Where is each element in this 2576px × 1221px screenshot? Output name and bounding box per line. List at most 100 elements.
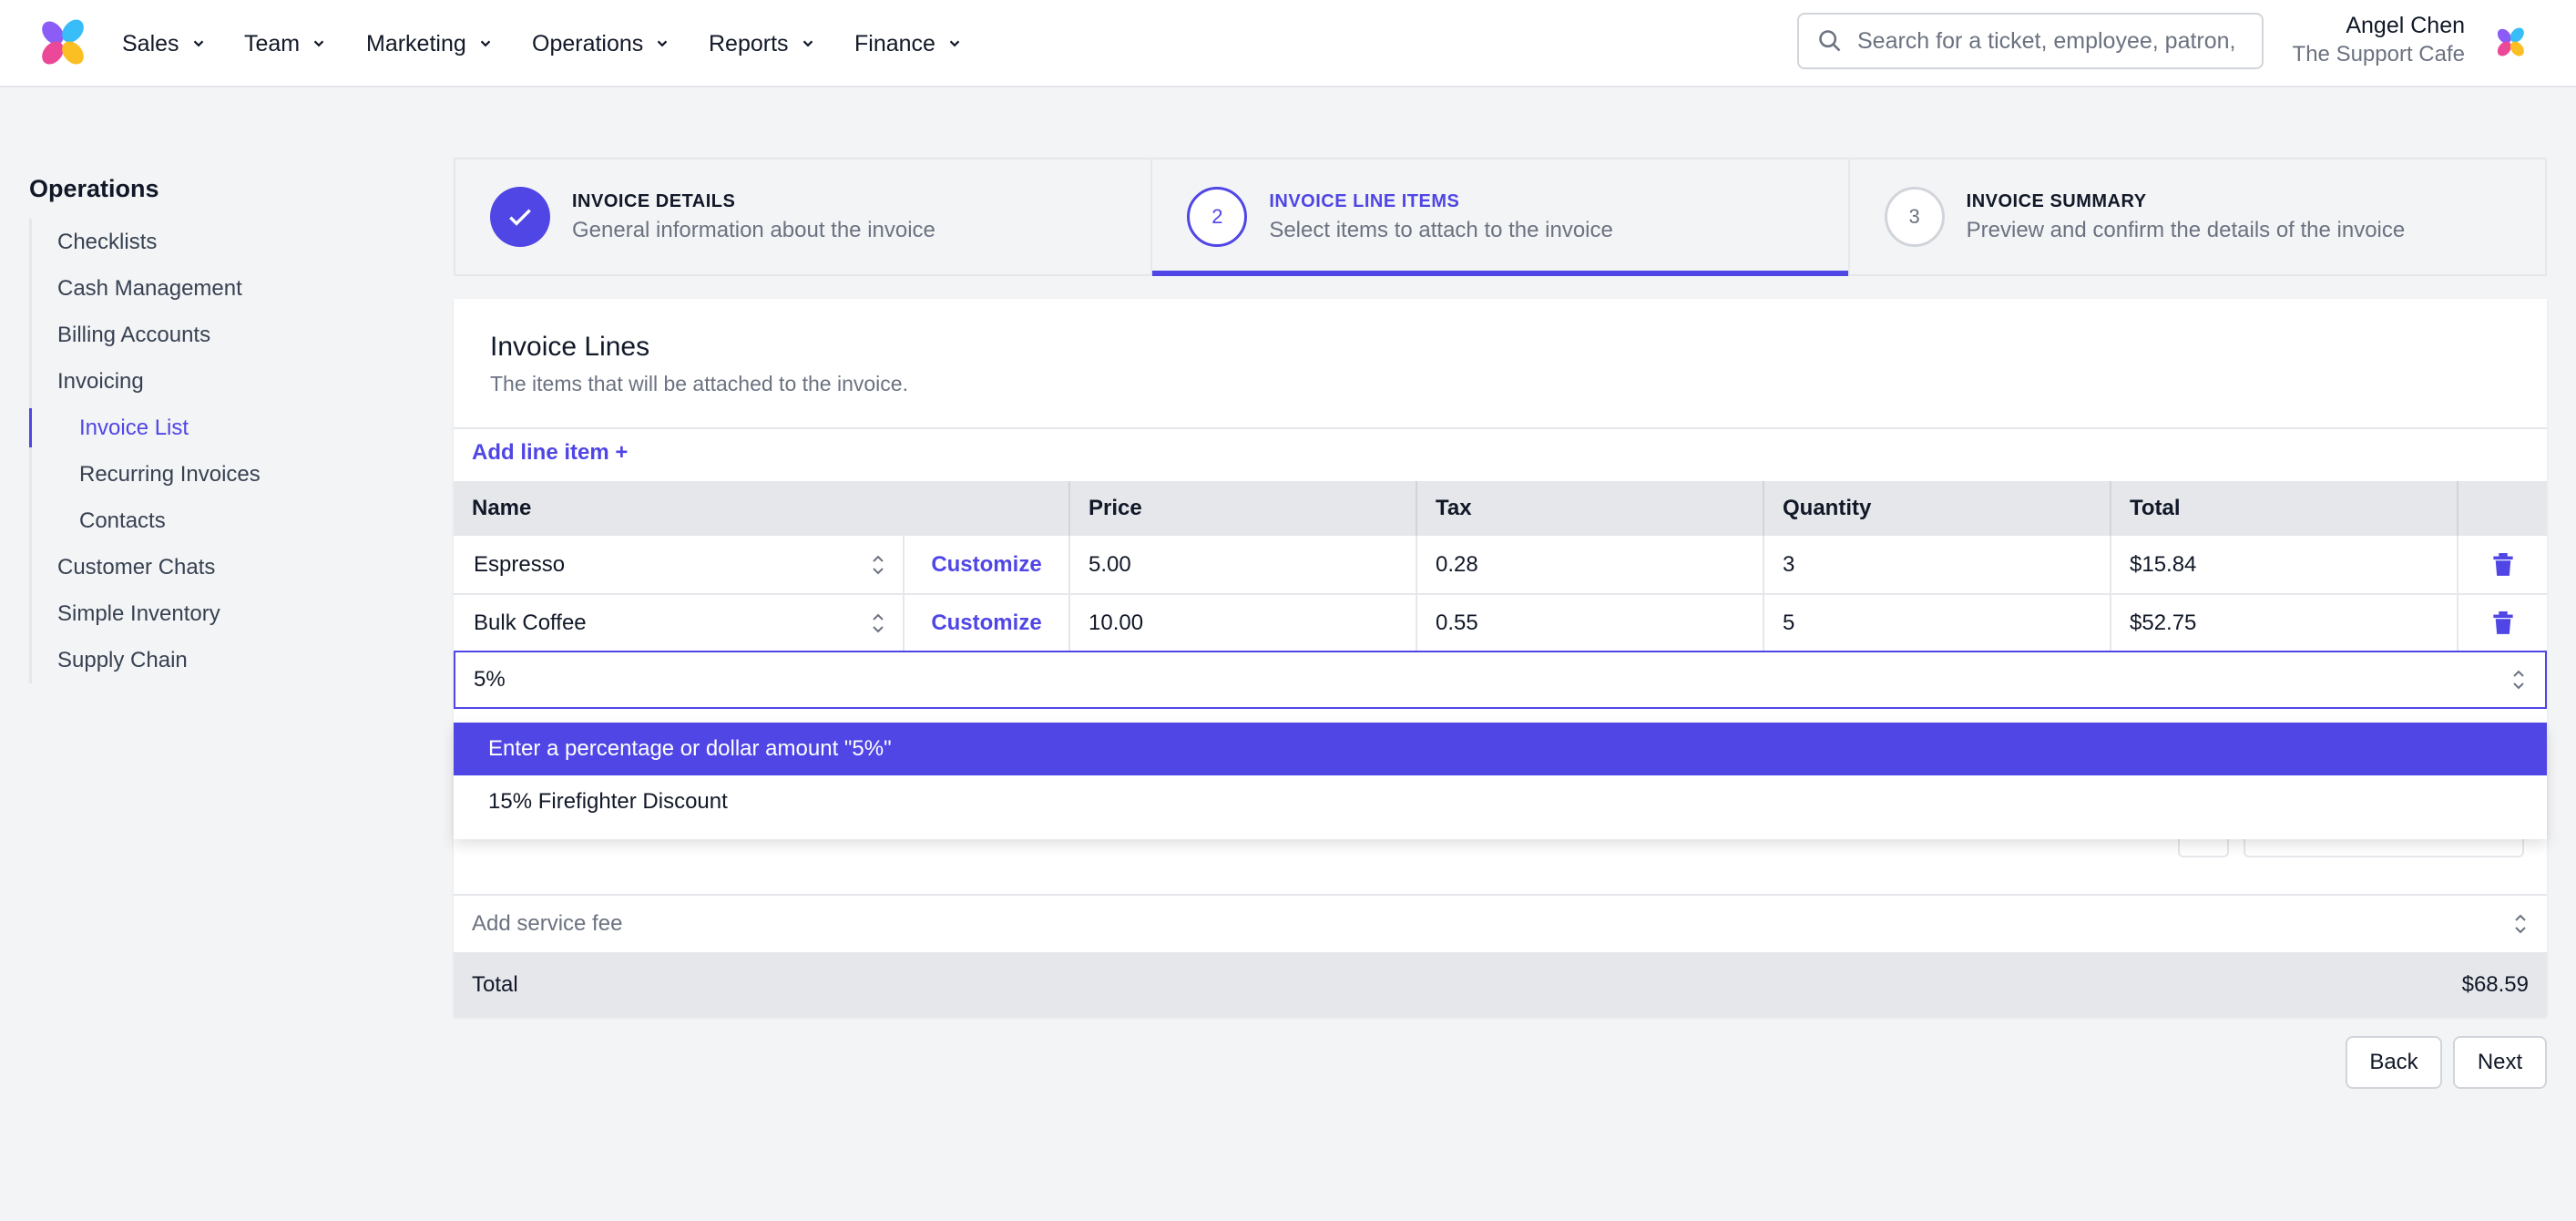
chevron-down-icon (658, 40, 668, 47)
selector-icon (2513, 670, 2524, 690)
user-name: Angel Chen (2346, 13, 2465, 38)
check-icon (509, 209, 531, 226)
nav-reports[interactable]: Reports (709, 27, 816, 60)
chevron-down-icon (193, 40, 203, 47)
step-title: INVOICE LINE ITEMS (1269, 190, 1460, 211)
invoice-lines-table: Name Price Tax Quantity Total Espresso C… (454, 481, 2547, 653)
sidebar-item-customer-chats[interactable]: Customer Chats (32, 544, 412, 590)
nav-marketing-label: Marketing (366, 30, 466, 56)
user-company: The Support Cafe (2292, 42, 2465, 67)
total-cell: $15.84 (2111, 536, 2458, 595)
sidebar-item-contacts[interactable]: Contacts (32, 498, 412, 544)
column-header-name: Name (454, 481, 1070, 536)
nav-marketing[interactable]: Marketing (366, 27, 494, 60)
step-invoice-details[interactable]: INVOICE DETAILS General information abou… (455, 159, 1150, 274)
sidebar-item-billing-accounts[interactable]: Billing Accounts (32, 312, 412, 358)
item-name: Espresso (474, 551, 566, 577)
column-header-quantity: Quantity (1763, 481, 2111, 536)
customize-link[interactable]: Customize (905, 552, 1068, 578)
service-fee-placeholder: Add service fee (472, 911, 623, 936)
sidebar-item-label: Customer Chats (57, 554, 216, 580)
chevron-down-icon (949, 40, 960, 47)
sidebar-item-label: Checklists (57, 229, 158, 254)
discount-options-dropdown: Enter a percentage or dollar amount "5%"… (454, 723, 2547, 839)
price-cell[interactable]: 5.00 (1069, 536, 1417, 595)
sidebar-nav: Checklists Cash Management Billing Accou… (29, 219, 412, 683)
step-invoice-summary[interactable]: 3 INVOICE SUMMARY Preview and confirm th… (1847, 159, 2545, 274)
nav-reports-label: Reports (709, 30, 789, 56)
nav-team-label: Team (244, 30, 301, 56)
nav-team[interactable]: Team (244, 27, 327, 60)
nav-operations[interactable]: Operations (532, 27, 670, 60)
selector-icon (873, 613, 884, 633)
sidebar-item-label: Cash Management (57, 275, 242, 301)
trash-icon (2492, 611, 2513, 634)
table-row: Espresso Customize 5.00 0.28 3 $15.84 (454, 536, 2547, 595)
search-input[interactable] (1857, 27, 2240, 55)
table-row: Bulk Coffee Customize 10.00 0.55 5 $52.7… (454, 594, 2547, 653)
sidebar-item-recurring-invoices[interactable]: Recurring Invoices (32, 451, 412, 498)
chevron-down-icon (313, 40, 324, 47)
sidebar-item-invoice-list[interactable]: Invoice List (29, 405, 412, 451)
selector-icon (2515, 914, 2526, 934)
card-subtitle: The items that will be attached to the i… (490, 372, 908, 395)
nav-sales-label: Sales (122, 30, 179, 56)
nav-sales[interactable]: Sales (122, 27, 207, 60)
nav-operations-label: Operations (532, 30, 644, 56)
sidebar-item-simple-inventory[interactable]: Simple Inventory (32, 590, 412, 637)
next-button[interactable]: Next (2453, 1036, 2547, 1089)
sidebar-item-label: Simple Inventory (57, 600, 220, 626)
delete-line-button[interactable] (2458, 552, 2547, 577)
column-header-total: Total (2111, 481, 2458, 536)
quantity-cell[interactable]: 3 (1763, 536, 2111, 595)
chevron-down-icon (480, 40, 491, 47)
step-complete-indicator (490, 187, 550, 247)
table-header-row: Name Price Tax Quantity Total (454, 481, 2547, 536)
item-select[interactable]: Bulk Coffee (454, 595, 905, 652)
tax-cell: 0.28 (1416, 536, 1764, 595)
back-button[interactable]: Back (2346, 1036, 2442, 1089)
step-invoice-line-items[interactable]: 2 INVOICE LINE ITEMS Select items to att… (1150, 159, 1848, 276)
total-label: Total (472, 971, 518, 997)
sidebar-title: Operations (29, 175, 159, 202)
divider (454, 427, 2547, 429)
sidebar-item-label: Billing Accounts (57, 322, 211, 347)
step-description: General information about the invoice (572, 217, 935, 242)
invoice-lines-card: Invoice Lines The items that will be att… (454, 299, 2547, 1017)
card-title: Invoice Lines (490, 332, 650, 362)
tax-cell: 0.55 (1416, 594, 1764, 653)
dropdown-option-firefighter-discount[interactable]: 15% Firefighter Discount (454, 775, 2547, 828)
active-step-indicator (1152, 271, 1848, 276)
invoice-total-row: Total $68.59 (454, 952, 2547, 1017)
item-select[interactable]: Espresso (454, 536, 905, 593)
add-line-item-button[interactable]: Add line item + (472, 440, 628, 466)
top-navigation-bar: Sales Team Marketing Operations Reports … (0, 0, 2576, 87)
chevron-down-icon (802, 40, 813, 47)
account-menu-icon[interactable] (2494, 26, 2529, 58)
delete-line-button[interactable] (2458, 611, 2547, 635)
discount-input[interactable] (474, 667, 2295, 693)
sidebar-item-supply-chain[interactable]: Supply Chain (32, 637, 412, 683)
selector-icon (873, 555, 884, 574)
trash-icon (2492, 552, 2513, 576)
app-logo-icon[interactable] (36, 16, 91, 67)
global-search (1797, 13, 2264, 69)
sidebar-item-checklists[interactable]: Checklists (32, 219, 412, 265)
nav-finance[interactable]: Finance (854, 27, 963, 60)
price-cell[interactable]: 10.00 (1069, 594, 1417, 653)
dropdown-option-custom-amount[interactable]: Enter a percentage or dollar amount "5%" (454, 723, 2547, 775)
sidebar-item-label: Contacts (79, 508, 166, 533)
sidebar-item-label: Invoicing (57, 368, 144, 394)
total-value: $68.59 (2461, 971, 2529, 997)
total-cell: $52.75 (2111, 594, 2458, 653)
column-header-actions (2458, 481, 2547, 536)
service-fee-select[interactable]: Add service fee (454, 896, 2547, 952)
customize-link[interactable]: Customize (905, 610, 1068, 636)
step-number: 3 (1884, 187, 1945, 247)
sidebar-item-cash-management[interactable]: Cash Management (32, 265, 412, 312)
item-name: Bulk Coffee (474, 610, 587, 635)
quantity-cell[interactable]: 5 (1763, 594, 2111, 653)
discount-combobox[interactable] (454, 651, 2547, 709)
sidebar-item-invoicing[interactable]: Invoicing (32, 358, 412, 405)
column-header-price: Price (1069, 481, 1417, 536)
